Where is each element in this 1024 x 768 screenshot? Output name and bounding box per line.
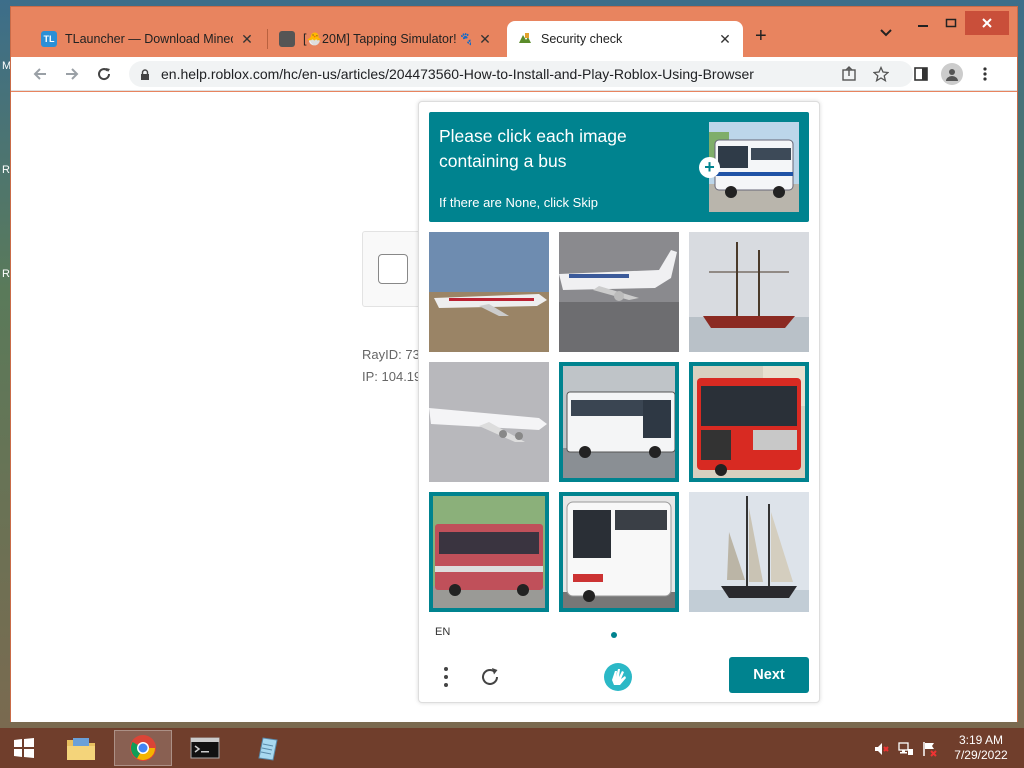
system-clock[interactable]: 3:19 AM 7/29/2022 [946,733,1016,763]
grid-cell-bus-selected[interactable] [559,492,679,612]
address-bar[interactable]: en.help.roblox.com/hc/en-us/articles/204… [129,61,913,87]
window-close-button[interactable] [965,11,1009,35]
tlauncher-icon: TL [41,31,57,47]
grid-cell-airplane[interactable] [559,232,679,352]
tab-separator [267,29,268,49]
tab-title: [🐣20M] Tapping Simulator! 🐾 - Roblox [303,31,471,46]
tab-tlauncher[interactable]: TL TLauncher — Download Minecraft ✕ [31,21,265,57]
verify-checkbox[interactable] [378,254,408,284]
example-bus-image [709,122,799,212]
ip-text: IP: 104.19 [362,369,422,384]
maximize-button[interactable] [937,11,965,35]
grid-cell-airplane[interactable] [429,362,549,482]
close-icon[interactable]: ✕ [239,31,255,48]
grid-cell-bus-selected[interactable] [429,492,549,612]
file-explorer-icon[interactable] [52,730,110,766]
share-icon[interactable] [841,66,857,85]
tab-title: TLauncher — Download Minecraft [65,32,233,46]
ray-id-text: RayID: 73 [362,347,420,362]
minimize-button[interactable] [909,11,937,35]
prompt-title-line: Please click each image [439,126,627,146]
network-icon[interactable] [898,741,914,757]
grid-cell-bus-selected[interactable] [689,362,809,482]
add-plus-icon[interactable]: + [699,157,720,178]
star-bookmark-icon[interactable] [872,65,890,85]
clock-date: 7/29/2022 [954,748,1008,762]
tab-title: Security check [541,32,623,46]
desktop-icon-label[interactable]: R [2,268,10,280]
grid-cell-bus-selected[interactable] [559,362,679,482]
lock-icon[interactable] [139,68,151,80]
menu-dots-icon[interactable] [431,662,461,692]
accessibility-hand-icon[interactable] [603,662,633,692]
refresh-icon[interactable] [475,662,505,692]
grid-cell-sailboat[interactable] [689,492,809,612]
volume-muted-icon[interactable] [874,741,890,757]
tab-roblox[interactable]: [🐣20M] Tapping Simulator! 🐾 - Roblox ✕ [269,21,503,57]
cmd-icon[interactable] [176,730,234,766]
clock-time: 3:19 AM [958,733,1004,747]
browser-toolbar: en.help.roblox.com/hc/en-us/articles/204… [11,57,1017,91]
grid-cell-sailboat[interactable] [689,232,809,352]
tab-security-check[interactable]: Security check ✕ [507,21,743,57]
kebab-menu-icon[interactable] [975,64,995,84]
captcha-prompt: Please click each image containing a bus… [429,112,809,222]
cloudflare-icon [517,31,533,47]
pagination-dot [611,632,617,638]
prompt-subtitle: If there are None, click Skip [439,195,598,210]
close-icon[interactable]: ✕ [717,31,733,48]
close-icon[interactable]: ✕ [477,31,493,48]
profile-avatar-icon[interactable] [941,63,963,85]
next-button[interactable]: Next [729,657,809,693]
start-windows-icon[interactable] [0,730,48,766]
chrome-icon[interactable] [114,730,172,766]
browser-window: TL TLauncher — Download Minecraft ✕ [🐣20… [10,6,1018,722]
captcha-challenge: Please click each image containing a bus… [418,101,820,703]
prompt-title-line: containing a bus [439,151,567,171]
tab-search-chevron-icon[interactable] [879,27,893,41]
forward-arrow-icon[interactable] [61,63,83,85]
url-text[interactable]: en.help.roblox.com/hc/en-us/articles/204… [161,66,781,82]
image-grid [429,232,809,612]
page-content: RayID: 73 IP: 104.19 Please click each i… [11,92,1017,722]
grid-cell-airplane[interactable] [429,232,549,352]
desktop-icon-label[interactable]: R [2,164,10,176]
back-arrow-icon[interactable] [29,63,51,85]
action-center-flag-icon[interactable] [922,741,938,757]
side-panel-icon[interactable] [911,64,931,84]
notepad-icon[interactable] [238,730,296,766]
prompt-title: Please click each image containing a bus [439,124,669,174]
roblox-icon [279,31,295,47]
tab-bar: TL TLauncher — Download Minecraft ✕ [🐣20… [11,7,1017,57]
new-tab-button[interactable]: + [755,25,767,48]
taskbar: 3:19 AM 7/29/2022 [0,728,1024,768]
reload-icon[interactable] [93,63,115,85]
language-selector[interactable]: EN [435,626,450,638]
